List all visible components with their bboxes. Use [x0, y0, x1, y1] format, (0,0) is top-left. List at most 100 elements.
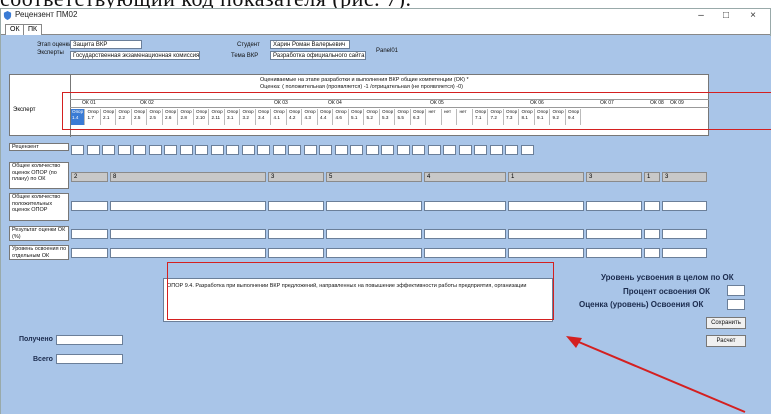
- reviewer-cell[interactable]: [195, 145, 208, 155]
- opor-column[interactable]: Опор 4.6: [335, 109, 349, 125]
- level-cell[interactable]: [268, 248, 324, 258]
- opor-column[interactable]: Опор 1.4: [71, 109, 85, 125]
- level-cell[interactable]: [326, 248, 422, 258]
- positive-count-cell[interactable]: [662, 201, 707, 211]
- opor-column[interactable]: Опор 2.5: [149, 109, 163, 125]
- result-cell[interactable]: [424, 229, 506, 239]
- close-button[interactable]: ×: [743, 9, 763, 23]
- positive-count-cell[interactable]: [268, 201, 324, 211]
- opor-column[interactable]: Опор 3.4: [257, 109, 271, 125]
- reviewer-cell[interactable]: [210, 145, 224, 155]
- opor-column[interactable]: Опор 2.5: [133, 109, 147, 125]
- level-cell[interactable]: [508, 248, 584, 258]
- level-cell[interactable]: [662, 248, 707, 258]
- opor-column[interactable]: Опор 9.2: [552, 109, 566, 125]
- reviewer-cell[interactable]: [303, 145, 317, 155]
- opor-column[interactable]: Опор 4.4: [319, 109, 333, 125]
- positive-count-cell[interactable]: [508, 201, 584, 211]
- reviewer-cell[interactable]: [505, 145, 518, 155]
- maximize-button[interactable]: □: [716, 9, 736, 23]
- stage-field[interactable]: Защита ВКР: [70, 40, 142, 49]
- opor-column[interactable]: Опор 5.2: [366, 109, 380, 125]
- result-cell[interactable]: [71, 229, 108, 239]
- opor-column[interactable]: Опор 6.3: [412, 109, 426, 125]
- received-field[interactable]: [56, 335, 123, 345]
- reviewer-cell[interactable]: [381, 145, 394, 155]
- level-cell[interactable]: [586, 248, 642, 258]
- opor-column[interactable]: нет: [443, 109, 457, 125]
- reviewer-cell[interactable]: [334, 145, 348, 155]
- opor-column[interactable]: Опор 2.11: [211, 109, 225, 125]
- opor-column[interactable]: Опор 5.5: [397, 109, 411, 125]
- result-cell[interactable]: [644, 229, 660, 239]
- opor-column[interactable]: Опор 1.7: [87, 109, 101, 125]
- reviewer-cell[interactable]: [458, 145, 472, 155]
- reviewer-cell[interactable]: [179, 145, 193, 155]
- result-cell[interactable]: [508, 229, 584, 239]
- positive-count-cell[interactable]: [71, 201, 108, 211]
- student-field[interactable]: Харин Роман Валерьевич: [270, 40, 350, 49]
- opor-column[interactable]: Опор 4.1: [273, 109, 287, 125]
- reviewer-cell[interactable]: [489, 145, 503, 155]
- result-cell[interactable]: [110, 229, 266, 239]
- reviewer-cell[interactable]: [133, 145, 146, 155]
- reviewer-cell[interactable]: [71, 145, 84, 155]
- opor-column[interactable]: нет: [428, 109, 442, 125]
- level-cell[interactable]: [71, 248, 108, 258]
- opor-column[interactable]: Опор 3.2: [242, 109, 256, 125]
- tab-pk[interactable]: ПК: [23, 24, 43, 35]
- reviewer-cell[interactable]: [288, 145, 301, 155]
- reviewer-cell[interactable]: [102, 145, 115, 155]
- reviewer-cell[interactable]: [164, 145, 177, 155]
- opor-column[interactable]: Опор 4.2: [288, 109, 302, 125]
- opor-column[interactable]: Опор 5.1: [350, 109, 364, 125]
- reviewer-cell[interactable]: [241, 145, 255, 155]
- positive-count-cell[interactable]: [326, 201, 422, 211]
- tab-ok[interactable]: ОК: [5, 24, 25, 35]
- opor-column[interactable]: Опор 7.3: [505, 109, 519, 125]
- opor-column[interactable]: Опор 7.1: [474, 109, 488, 125]
- reviewer-cell[interactable]: [365, 145, 379, 155]
- opor-column[interactable]: Опор 2.8: [180, 109, 194, 125]
- opor-column[interactable]: Опор 4.3: [304, 109, 318, 125]
- reviewer-cell[interactable]: [226, 145, 239, 155]
- reviewer-cell[interactable]: [257, 145, 270, 155]
- result-cell[interactable]: [662, 229, 707, 239]
- level-cell[interactable]: [110, 248, 266, 258]
- level-cell[interactable]: [644, 248, 660, 258]
- reviewer-cell[interactable]: [117, 145, 131, 155]
- positive-count-cell[interactable]: [644, 201, 660, 211]
- opor-column[interactable]: Опор 2.6: [164, 109, 178, 125]
- positive-count-cell[interactable]: [110, 201, 266, 211]
- reviewer-cell[interactable]: [443, 145, 456, 155]
- topic-field[interactable]: Разработка официального сайта про: [270, 51, 366, 60]
- opor-column[interactable]: Опор 9.1: [536, 109, 550, 125]
- reviewer-cell[interactable]: [350, 145, 363, 155]
- reviewer-cell[interactable]: [427, 145, 441, 155]
- reviewer-cell[interactable]: [319, 145, 332, 155]
- opor-column[interactable]: Опор 2.1: [102, 109, 116, 125]
- opor-column[interactable]: Опор 2.2: [118, 109, 132, 125]
- positive-count-cell[interactable]: [424, 201, 506, 211]
- level-cell[interactable]: [424, 248, 506, 258]
- positive-count-cell[interactable]: [586, 201, 642, 211]
- result-cell[interactable]: [586, 229, 642, 239]
- reviewer-cell[interactable]: [272, 145, 286, 155]
- opor-column[interactable]: Опор 9.4: [567, 109, 581, 125]
- grade-field[interactable]: [727, 299, 745, 310]
- result-cell[interactable]: [326, 229, 422, 239]
- reviewer-cell[interactable]: [396, 145, 410, 155]
- opor-column[interactable]: Опор 5.3: [381, 109, 395, 125]
- save-button[interactable]: Сохранить: [706, 317, 746, 329]
- calc-button[interactable]: Расчет: [706, 335, 746, 347]
- reviewer-cell[interactable]: [148, 145, 162, 155]
- result-cell[interactable]: [268, 229, 324, 239]
- experts-field[interactable]: Государственная экзаменационная комиссия…: [70, 51, 200, 60]
- minimize-button[interactable]: –: [691, 9, 711, 23]
- opor-column[interactable]: Опор 8.1: [521, 109, 535, 125]
- total-field[interactable]: [56, 354, 123, 364]
- percent-field[interactable]: [727, 285, 745, 296]
- reviewer-cell[interactable]: [86, 145, 100, 155]
- opor-column[interactable]: нет: [459, 109, 473, 125]
- opor-column[interactable]: Опор 2.10: [195, 109, 209, 125]
